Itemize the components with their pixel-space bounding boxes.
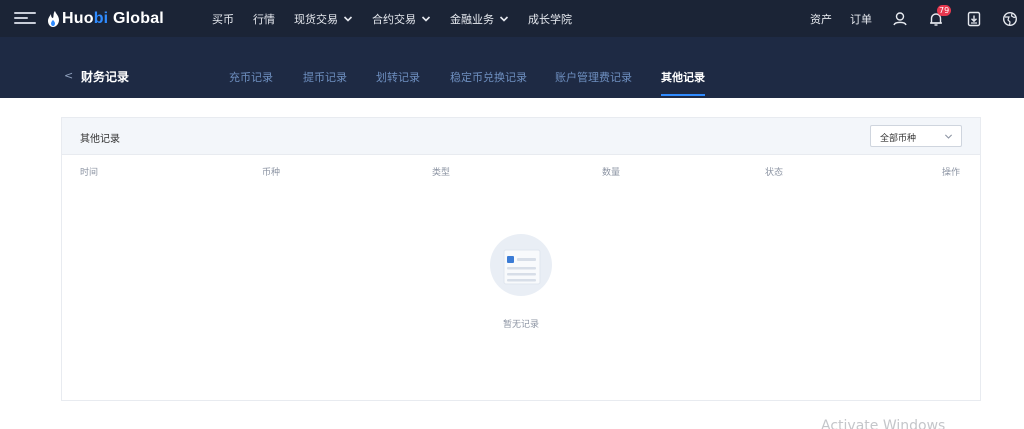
tab-stablecoin-exchange-records[interactable]: 稳定币兑换记录 (450, 69, 527, 85)
nav-assets[interactable]: 资产 (810, 11, 832, 27)
column-header-action: 操作 (942, 168, 961, 178)
column-header-time: 时间 (80, 168, 99, 178)
panel-title: 其他记录 (80, 134, 120, 145)
chevron-down-icon (343, 15, 353, 22)
column-header-currency: 币种 (262, 168, 281, 178)
user-icon[interactable] (892, 11, 908, 27)
records-panel: 其他记录 全部币种 时间 币种 类型 数量 状态 操作 暂无记录 (61, 117, 981, 401)
nav-label: 金融业务 (450, 12, 494, 26)
nav-label: 买币 (212, 12, 234, 26)
top-navigation-bar: Huo bi Global 买币 行情 现货交易 合约交易 金融业务 成长学院 资… (0, 0, 1024, 37)
nav-label: 现货交易 (294, 12, 338, 26)
notification-badge: 79 (937, 4, 952, 16)
tab-other-records[interactable]: 其他记录 (661, 69, 705, 85)
currency-select-value: 全部币种 (880, 134, 917, 144)
panel-header: 其他记录 全部币种 (62, 118, 980, 155)
empty-records-icon (490, 234, 552, 296)
tab-transfer-records[interactable]: 划转记录 (376, 69, 420, 85)
nav-markets[interactable]: 行情 (253, 11, 275, 27)
flame-icon (48, 11, 59, 27)
nav-label: 成长学院 (528, 12, 572, 26)
nav-contract-trading[interactable]: 合约交易 (372, 11, 431, 27)
finance-records-header: < 财务记录 充币记录 提币记录 划转记录 稳定币兑换记录 账户管理费记录 其他… (0, 37, 1024, 98)
column-header-amount: 数量 (602, 168, 621, 178)
tab-deposit-records[interactable]: 充币记录 (229, 69, 273, 85)
column-header-type: 类型 (432, 168, 451, 178)
chevron-down-icon (944, 134, 953, 139)
huobi-logo[interactable]: Huo bi Global (48, 9, 164, 29)
nav-orders[interactable]: 订单 (850, 11, 872, 27)
empty-state-text: 暂无记录 (502, 320, 539, 330)
main-nav: 买币 行情 现货交易 合约交易 金融业务 成长学院 (212, 0, 591, 37)
globe-icon[interactable] (1002, 11, 1018, 27)
logo-text-global: Global (108, 10, 164, 27)
nav-spot-trading[interactable]: 现货交易 (294, 11, 353, 27)
download-icon[interactable] (966, 11, 982, 27)
right-nav: 资产 订单 79 (810, 0, 1024, 37)
record-tabs: 充币记录 提币记录 划转记录 稳定币兑换记录 账户管理费记录 其他记录 (0, 37, 1024, 98)
logo-text-bi: bi (93, 10, 109, 27)
currency-select[interactable]: 全部币种 (870, 125, 962, 147)
nav-label: 合约交易 (372, 12, 416, 26)
nav-academy[interactable]: 成长学院 (528, 11, 572, 27)
chevron-down-icon (499, 15, 509, 22)
menu-icon[interactable] (14, 11, 36, 25)
tab-account-fee-records[interactable]: 账户管理费记录 (555, 69, 632, 85)
nav-finance[interactable]: 金融业务 (450, 11, 509, 27)
chevron-down-icon (421, 15, 431, 22)
column-header-status: 状态 (765, 168, 784, 178)
active-tab-indicator (661, 94, 705, 96)
nav-label: 行情 (253, 12, 275, 26)
nav-buy-crypto[interactable]: 买币 (212, 11, 234, 27)
tab-withdraw-records[interactable]: 提币记录 (303, 69, 347, 85)
logo-text-huo: Huo (62, 10, 94, 27)
windows-activation-watermark: Activate Windows (821, 418, 946, 429)
bell-icon[interactable]: 79 (928, 4, 952, 27)
